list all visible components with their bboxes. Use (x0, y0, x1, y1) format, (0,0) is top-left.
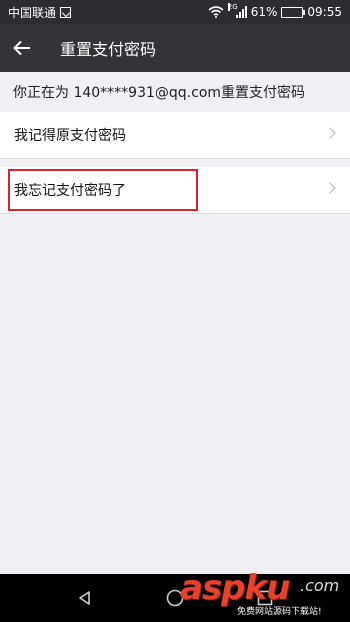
battery-percent: 61% (250, 5, 278, 19)
nav-back-icon[interactable] (77, 590, 93, 606)
sim-icon (60, 6, 72, 18)
status-bar: 中国联通 2G 61% 09:55 (0, 0, 350, 24)
watermark-suffix: .com (300, 576, 340, 595)
chevron-right-icon (324, 182, 336, 194)
app-bar: 重置支付密码 (0, 24, 350, 72)
wifi-icon (208, 6, 224, 18)
chevron-right-icon (324, 127, 336, 139)
network-tag: 2G (227, 3, 238, 11)
highlight-box (8, 169, 198, 211)
arrow-left-icon (13, 40, 30, 56)
account-hint: 你正在为 140****931@qq.com重置支付密码 (0, 72, 350, 112)
watermark-tagline: 免费网站源码下载站! (237, 607, 322, 617)
clock: 09:55 (307, 5, 342, 19)
watermark-logo: aspku .com 免费网站源码下载站! (180, 566, 350, 622)
divider (0, 213, 350, 214)
divider (0, 158, 350, 159)
menu-item-label: 我记得原支付密码 (14, 128, 126, 144)
remember-password-item[interactable]: 我记得原支付密码 (0, 112, 350, 158)
battery-icon (281, 6, 306, 18)
signal-icon: 2G (227, 3, 247, 18)
carrier-label: 中国联通 (8, 5, 57, 20)
watermark-brand: aspku (180, 568, 290, 608)
back-button[interactable] (0, 24, 44, 72)
page-title: 重置支付密码 (60, 40, 157, 59)
